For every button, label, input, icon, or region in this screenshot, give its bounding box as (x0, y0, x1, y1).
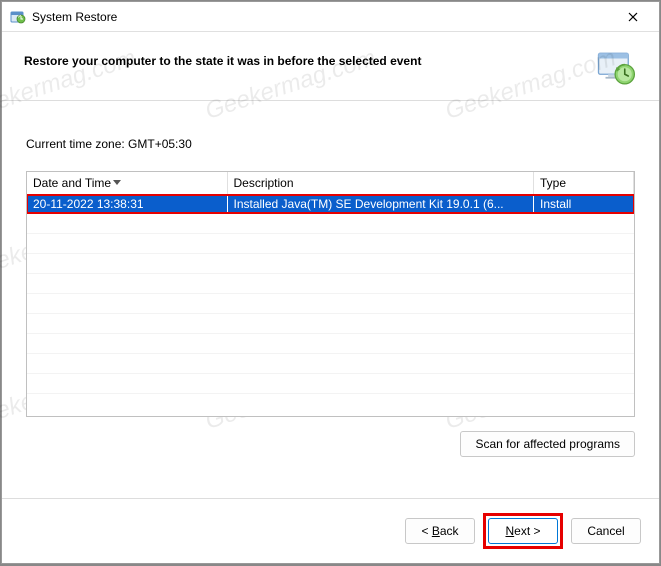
next-highlight: Next > (483, 513, 563, 549)
monitor-clock-icon (595, 48, 637, 90)
dialog-footer: < Back Next > Cancel (2, 498, 659, 563)
column-type[interactable]: Type (534, 172, 634, 195)
back-button[interactable]: < Back (405, 518, 475, 544)
empty-row (27, 373, 634, 393)
titlebar: System Restore (2, 2, 659, 32)
restore-point-row[interactable]: 20-11-2022 13:38:31 Installed Java(TM) S… (27, 195, 634, 214)
close-button[interactable] (613, 3, 653, 31)
empty-row (27, 313, 634, 333)
window-title: System Restore (32, 10, 613, 24)
dialog-header: Restore your computer to the state it wa… (2, 32, 659, 101)
cancel-button[interactable]: Cancel (571, 518, 641, 544)
next-button[interactable]: Next > (488, 518, 558, 544)
empty-row (27, 233, 634, 253)
sort-desc-icon (113, 175, 121, 189)
empty-row (27, 333, 634, 353)
column-date-time[interactable]: Date and Time (27, 172, 227, 195)
scan-affected-button[interactable]: Scan for affected programs (460, 431, 635, 457)
system-restore-window: System Restore Restore your computer to … (1, 1, 660, 564)
restore-icon (10, 9, 26, 25)
restore-points-table[interactable]: Date and Time Description Type 20-11-202… (26, 171, 635, 417)
empty-row (27, 293, 634, 313)
column-description[interactable]: Description (227, 172, 534, 195)
empty-row (27, 273, 634, 293)
empty-row (27, 353, 634, 373)
dialog-body: Geekermag.com Geekermag.com Geekermag.co… (2, 101, 659, 498)
table-header-row: Date and Time Description Type (27, 172, 634, 195)
cell-description: Installed Java(TM) SE Development Kit 19… (227, 195, 534, 214)
scan-row: Scan for affected programs (26, 431, 635, 457)
cell-date: 20-11-2022 13:38:31 (27, 195, 227, 214)
cell-type: Install (534, 195, 634, 214)
timezone-label: Current time zone: GMT+05:30 (26, 137, 635, 151)
empty-row (27, 213, 634, 233)
empty-row (27, 253, 634, 273)
header-title: Restore your computer to the state it wa… (24, 54, 595, 68)
